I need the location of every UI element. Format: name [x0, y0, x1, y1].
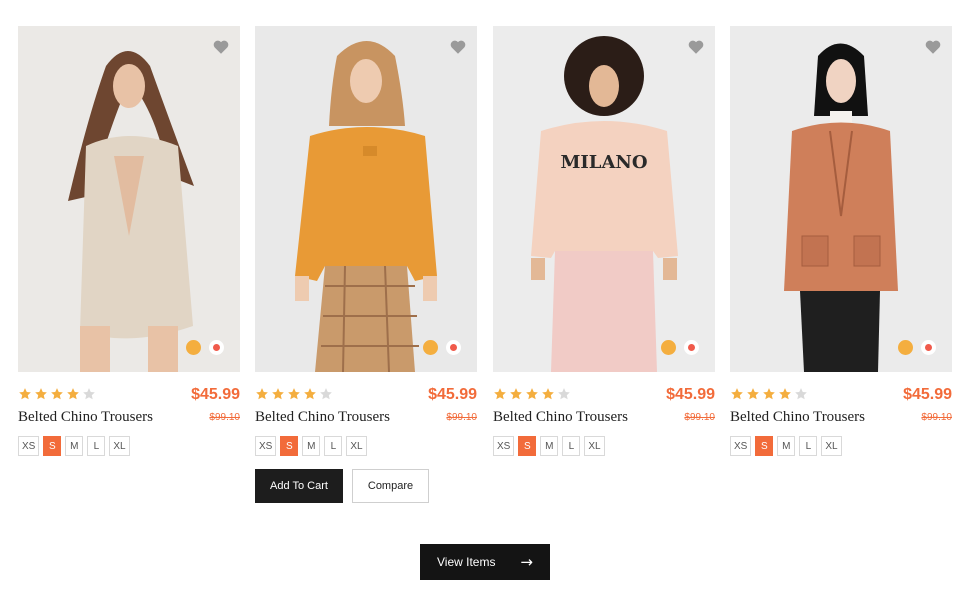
star-icon: [510, 388, 522, 400]
color-swatches: [186, 340, 224, 355]
star-icon: [526, 388, 538, 400]
size-xs[interactable]: XS: [18, 436, 40, 456]
size-options: XS S M L XL: [255, 436, 367, 456]
view-items-label: View Items: [437, 555, 496, 569]
product-image[interactable]: [255, 26, 477, 372]
product-price: $45.99: [191, 386, 240, 403]
rating-stars: [493, 387, 571, 401]
star-icon: [19, 388, 31, 400]
star-icon: [494, 388, 506, 400]
star-icon: [256, 388, 268, 400]
size-m[interactable]: M: [540, 436, 559, 456]
size-xl[interactable]: XL: [346, 436, 367, 456]
rating-stars: [730, 387, 808, 401]
model-photo: [730, 26, 952, 372]
size-xl[interactable]: XL: [821, 436, 842, 456]
card-actions: Add To Cart Compare: [255, 469, 429, 503]
heart-icon[interactable]: [924, 38, 942, 56]
product-image[interactable]: [730, 26, 952, 372]
size-s[interactable]: S: [755, 436, 774, 456]
add-to-cart-button[interactable]: Add To Cart: [255, 469, 343, 503]
size-xs[interactable]: XS: [493, 436, 515, 456]
size-s[interactable]: S: [280, 436, 299, 456]
size-xs[interactable]: XS: [730, 436, 752, 456]
product-grid: $45.99 Belted Chino Trousers $99.10 XS S…: [18, 26, 952, 506]
product-title[interactable]: Belted Chino Trousers: [493, 409, 628, 426]
product-card[interactable]: MILANO $45.99 Belted Chino Trousers $99.…: [493, 26, 715, 456]
product-price: $45.99: [903, 386, 952, 403]
view-items-button[interactable]: View Items →: [420, 544, 550, 580]
swatch-white[interactable]: [921, 340, 936, 355]
star-icon: [558, 388, 570, 400]
swatch-white[interactable]: [684, 340, 699, 355]
size-s[interactable]: S: [43, 436, 62, 456]
compare-button[interactable]: Compare: [352, 469, 429, 503]
heart-icon[interactable]: [212, 38, 230, 56]
color-swatches: [661, 340, 699, 355]
size-options: XS S M L XL: [730, 436, 842, 456]
size-xs[interactable]: XS: [255, 436, 277, 456]
color-swatches: [898, 340, 936, 355]
star-icon: [304, 388, 316, 400]
product-price: $45.99: [666, 386, 715, 403]
size-l[interactable]: L: [87, 436, 106, 456]
size-options: XS S M L XL: [18, 436, 130, 456]
size-l[interactable]: L: [799, 436, 818, 456]
star-icon: [35, 388, 47, 400]
color-swatches: [423, 340, 461, 355]
rating-stars: [18, 387, 96, 401]
size-l[interactable]: L: [324, 436, 343, 456]
model-photo: MILANO: [493, 26, 715, 372]
swatch-gold[interactable]: [186, 340, 201, 355]
product-old-price: $99.10: [209, 412, 240, 423]
product-price: $45.99: [428, 386, 477, 403]
model-photo: [18, 26, 240, 372]
product-card[interactable]: $45.99 Belted Chino Trousers $99.10 XS S…: [255, 26, 477, 503]
product-card[interactable]: $45.99 Belted Chino Trousers $99.10 XS S…: [730, 26, 952, 456]
star-icon: [272, 388, 284, 400]
star-icon: [83, 388, 95, 400]
size-m[interactable]: M: [65, 436, 84, 456]
model-photo: [255, 26, 477, 372]
size-xl[interactable]: XL: [109, 436, 130, 456]
star-icon: [763, 388, 775, 400]
star-icon: [288, 388, 300, 400]
product-title[interactable]: Belted Chino Trousers: [18, 409, 153, 426]
product-title[interactable]: Belted Chino Trousers: [255, 409, 390, 426]
size-l[interactable]: L: [562, 436, 581, 456]
size-m[interactable]: M: [302, 436, 321, 456]
product-image[interactable]: [18, 26, 240, 372]
size-m[interactable]: M: [777, 436, 796, 456]
star-icon: [731, 388, 743, 400]
heart-icon[interactable]: [449, 38, 467, 56]
swatch-white[interactable]: [209, 340, 224, 355]
hoodie-print: MILANO: [560, 152, 647, 173]
star-icon: [51, 388, 63, 400]
size-options: XS S M L XL: [493, 436, 605, 456]
product-title[interactable]: Belted Chino Trousers: [730, 409, 865, 426]
product-image[interactable]: MILANO: [493, 26, 715, 372]
rating-stars: [255, 387, 333, 401]
product-old-price: $99.10: [921, 412, 952, 423]
heart-icon[interactable]: [687, 38, 705, 56]
arrow-right-icon: →: [520, 553, 533, 571]
swatch-gold[interactable]: [898, 340, 913, 355]
product-card[interactable]: $45.99 Belted Chino Trousers $99.10 XS S…: [18, 26, 240, 456]
swatch-gold[interactable]: [661, 340, 676, 355]
size-xl[interactable]: XL: [584, 436, 605, 456]
swatch-white[interactable]: [446, 340, 461, 355]
star-icon: [542, 388, 554, 400]
star-icon: [795, 388, 807, 400]
star-icon: [747, 388, 759, 400]
product-old-price: $99.10: [446, 412, 477, 423]
swatch-gold[interactable]: [423, 340, 438, 355]
star-icon: [67, 388, 79, 400]
size-s[interactable]: S: [518, 436, 537, 456]
star-icon: [779, 388, 791, 400]
product-old-price: $99.10: [684, 412, 715, 423]
star-icon: [320, 388, 332, 400]
